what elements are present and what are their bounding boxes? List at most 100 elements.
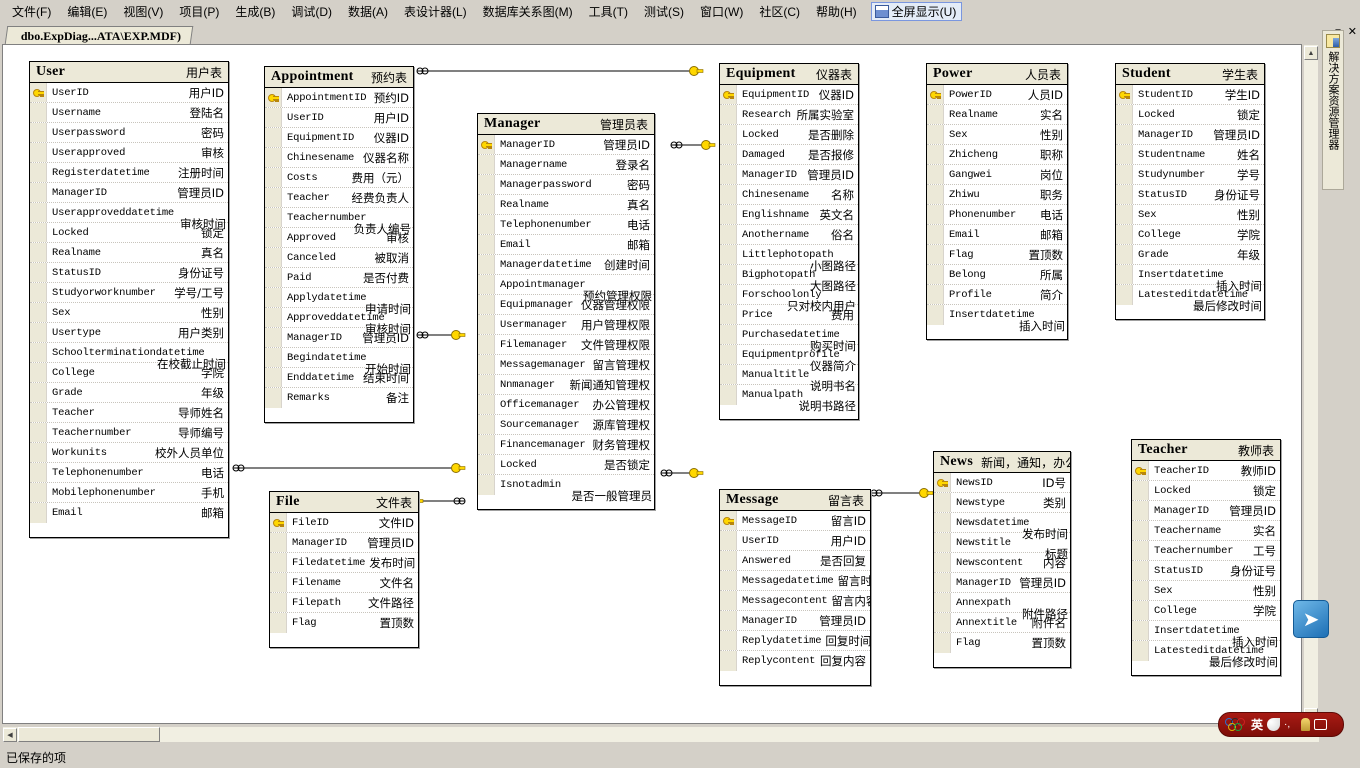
row-gutter[interactable]: [30, 263, 47, 282]
menu-item-8[interactable]: 数据库关系图(M): [475, 0, 581, 23]
row-gutter[interactable]: [30, 243, 47, 262]
row-gutter[interactable]: [30, 483, 47, 502]
row-gutter[interactable]: [927, 225, 944, 244]
solution-explorer-dock-tab[interactable]: 解决方案资源管理器: [1322, 30, 1344, 190]
row-gutter[interactable]: [720, 325, 737, 344]
table-row[interactable]: Forschoolonly 只对校内用户: [720, 285, 858, 313]
table-row[interactable]: StatusID 身份证号: [1132, 561, 1280, 581]
row-gutter[interactable]: [478, 375, 495, 394]
table-row[interactable]: TeacherID 教师ID: [1132, 461, 1280, 481]
table-row[interactable]: Grade 年级: [30, 383, 228, 403]
row-gutter[interactable]: [478, 475, 495, 495]
row-gutter[interactable]: [30, 503, 47, 523]
row-gutter[interactable]: [265, 228, 282, 247]
fullscreen-toggle-button[interactable]: 全屏显示(U): [870, 2, 963, 21]
relationship-key-endpoint[interactable]: [919, 488, 934, 498]
row-gutter[interactable]: [478, 235, 495, 254]
row-gutter[interactable]: [30, 463, 47, 482]
table-row[interactable]: Grade 年级: [1116, 245, 1264, 265]
ime-language-bar[interactable]: 英 ·,: [1218, 712, 1344, 737]
row-gutter[interactable]: [720, 531, 737, 550]
table-row[interactable]: Newstitle 标题: [934, 533, 1070, 561]
table-row[interactable]: ManagerID 管理员ID: [478, 135, 654, 155]
relationship-many-endpoint[interactable]: [416, 331, 429, 339]
row-gutter[interactable]: [30, 363, 47, 382]
table-row[interactable]: Replydatetime 回复时间: [720, 631, 870, 651]
row-gutter[interactable]: [265, 308, 282, 327]
table-row[interactable]: Answered 是否回复: [720, 551, 870, 571]
row-gutter[interactable]: [478, 315, 495, 334]
row-gutter[interactable]: [1116, 285, 1133, 305]
row-gutter[interactable]: [1132, 461, 1149, 480]
row-gutter[interactable]: [720, 205, 737, 224]
menu-item-1[interactable]: 编辑(E): [59, 0, 115, 23]
table-row[interactable]: UserID 用户ID: [265, 108, 413, 128]
row-gutter[interactable]: [927, 145, 944, 164]
horizontal-scrollbar[interactable]: ◀: [2, 726, 1320, 743]
row-gutter[interactable]: [270, 533, 287, 552]
row-gutter[interactable]: [30, 163, 47, 182]
menu-item-11[interactable]: 窗口(W): [692, 0, 751, 23]
row-gutter[interactable]: [478, 415, 495, 434]
row-gutter[interactable]: [265, 108, 282, 127]
relationship-many-endpoint[interactable]: [660, 469, 673, 477]
table-row[interactable]: Filepath 文件路径: [270, 593, 418, 613]
table-row[interactable]: Zhiwu 职务: [927, 185, 1067, 205]
row-gutter[interactable]: [1132, 621, 1149, 640]
table-row[interactable]: MessageID 留言ID: [720, 511, 870, 531]
row-gutter[interactable]: [720, 125, 737, 144]
row-gutter[interactable]: [927, 205, 944, 224]
relationship-many-endpoint[interactable]: [870, 489, 883, 497]
table-row[interactable]: ManagerID 管理员ID: [720, 611, 870, 631]
table-row[interactable]: StatusID 身份证号: [30, 263, 228, 283]
row-gutter[interactable]: [478, 435, 495, 454]
table-header-student[interactable]: Student 学生表: [1116, 64, 1264, 85]
table-row[interactable]: Approveddatetime 审核时间: [265, 308, 413, 336]
row-gutter[interactable]: [265, 88, 282, 107]
table-row[interactable]: Flag 置顶数: [927, 245, 1067, 265]
relationship-many-endpoint[interactable]: [232, 464, 245, 472]
table-header-appointment[interactable]: Appointment 预约表: [265, 67, 413, 88]
table-row[interactable]: Teachernumber 负责人编号: [265, 208, 413, 236]
scroll-left-icon[interactable]: ◀: [3, 727, 17, 742]
table-row[interactable]: Price 费用: [720, 305, 858, 325]
table-row[interactable]: Sex 性别: [1116, 205, 1264, 225]
row-gutter[interactable]: [720, 165, 737, 184]
row-gutter[interactable]: [1116, 165, 1133, 184]
row-gutter[interactable]: [265, 268, 282, 287]
table-row[interactable]: College 学院: [30, 363, 228, 383]
row-gutter[interactable]: [720, 591, 737, 610]
table-row[interactable]: UserID 用户ID: [720, 531, 870, 551]
row-gutter[interactable]: [270, 513, 287, 532]
table-row[interactable]: Mobilephonenumber 手机: [30, 483, 228, 503]
table-row[interactable]: ManagerID 管理员ID: [265, 328, 413, 348]
table-row[interactable]: Email 邮箱: [927, 225, 1067, 245]
row-gutter[interactable]: [1116, 105, 1133, 124]
handwriting-icon[interactable]: [1267, 718, 1281, 731]
row-gutter[interactable]: [265, 248, 282, 267]
table-row[interactable]: Userpassword 密码: [30, 123, 228, 143]
menu-item-7[interactable]: 表设计器(L): [396, 0, 475, 23]
row-gutter[interactable]: [720, 105, 737, 124]
table-row[interactable]: Gangwei 岗位: [927, 165, 1067, 185]
table-row[interactable]: Teacher 导师姓名: [30, 403, 228, 423]
relationship-key-endpoint[interactable]: [689, 468, 704, 478]
row-gutter[interactable]: [478, 135, 495, 154]
row-gutter[interactable]: [265, 128, 282, 147]
row-gutter[interactable]: [1116, 145, 1133, 164]
table-row[interactable]: Messagedatetime留言时间: [720, 571, 870, 591]
table-row[interactable]: Nnmanager 新闻通知管理权: [478, 375, 654, 395]
table-row[interactable]: Littlephotopath 小图路径: [720, 245, 858, 273]
table-header-teacher[interactable]: Teacher 教师表: [1132, 440, 1280, 461]
table-row[interactable]: Englishname 英文名: [720, 205, 858, 225]
row-gutter[interactable]: [265, 328, 282, 347]
menu-item-10[interactable]: 测试(S): [636, 0, 692, 23]
table-row[interactable]: Managerdatetime 创建时间: [478, 255, 654, 275]
row-gutter[interactable]: [30, 403, 47, 422]
row-gutter[interactable]: [1116, 225, 1133, 244]
row-gutter[interactable]: [1116, 85, 1133, 104]
row-gutter[interactable]: [478, 175, 495, 194]
row-gutter[interactable]: [934, 633, 951, 653]
table-row[interactable]: Messagecontent留言内容: [720, 591, 870, 611]
table-row[interactable]: EquipmentID 仪器ID: [265, 128, 413, 148]
